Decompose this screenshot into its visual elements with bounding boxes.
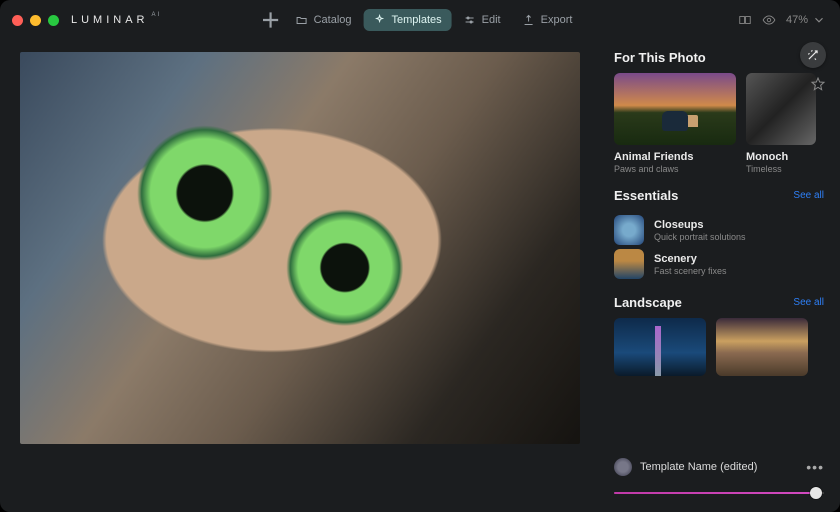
brand-suffix: AI: [152, 12, 162, 18]
template-thumb: [614, 73, 736, 145]
preview-button[interactable]: [762, 13, 776, 27]
sliders-icon: [464, 14, 476, 26]
brand-text: LUMINAR: [71, 14, 149, 26]
template-subtitle: Paws and claws: [614, 164, 736, 174]
essentials-item-scenery[interactable]: Scenery Fast scenery fixes: [614, 249, 824, 279]
template-title: Animal Friends: [614, 151, 736, 163]
essentials-thumb: [614, 249, 644, 279]
section-for-this-photo-title: For This Photo: [614, 50, 706, 65]
app-brand: LUMINAR AI: [71, 14, 161, 26]
folder-icon: [296, 14, 308, 26]
star-icon: [810, 76, 826, 92]
titlebar: LUMINAR AI Catalog Templates Edit Export: [0, 0, 840, 40]
sparkle-icon: [374, 14, 386, 26]
favorite-button[interactable]: [810, 76, 826, 97]
template-footer: Template Name (edited) •••: [614, 450, 824, 500]
compare-button[interactable]: [738, 13, 752, 27]
zoom-dropdown[interactable]: 47%: [786, 13, 826, 27]
nav-templates-label: Templates: [392, 14, 442, 26]
landscape-thumb: [716, 318, 808, 376]
top-right-controls: 47%: [738, 0, 826, 40]
add-button[interactable]: [258, 7, 284, 33]
fullscreen-window-button[interactable]: [48, 15, 59, 26]
canvas-area: [0, 40, 608, 512]
essentials-item-closeups[interactable]: Closeups Quick portrait solutions: [614, 215, 824, 245]
applied-template-name: Template Name (edited): [640, 461, 798, 473]
eye-icon: [762, 13, 776, 27]
nav-edit-label: Edit: [482, 14, 501, 26]
landscape-thumb: [614, 318, 706, 376]
nav-catalog-label: Catalog: [314, 14, 352, 26]
template-subtitle: Timeless: [746, 164, 816, 174]
top-nav: Catalog Templates Edit Export: [258, 0, 583, 40]
minimize-window-button[interactable]: [30, 15, 41, 26]
essentials-list: Closeups Quick portrait solutions Scener…: [614, 211, 824, 283]
section-essentials-title: Essentials: [614, 188, 678, 203]
section-for-this-photo-header: For This Photo: [614, 50, 824, 65]
app-window: LUMINAR AI Catalog Templates Edit Export: [0, 0, 840, 512]
landscape-card-city[interactable]: [614, 318, 706, 376]
section-landscape-header: Landscape See all: [614, 295, 824, 310]
plus-icon: [258, 7, 284, 33]
slider-fill: [614, 492, 816, 494]
template-amount-slider[interactable]: [614, 486, 824, 500]
compare-icon: [738, 13, 752, 27]
zoom-value: 47%: [786, 14, 808, 26]
template-card-animal-friends[interactable]: Animal Friends Paws and claws: [614, 73, 736, 174]
export-icon: [523, 14, 535, 26]
magic-button[interactable]: [800, 42, 826, 68]
chevron-down-icon: [812, 13, 826, 27]
essentials-text: Scenery Fast scenery fixes: [654, 253, 727, 276]
section-landscape-title: Landscape: [614, 295, 682, 310]
nav-templates[interactable]: Templates: [364, 9, 452, 31]
template-name-row: Template Name (edited) •••: [614, 458, 824, 476]
templates-sidebar: For This Photo Animal Friends Paws and c…: [608, 40, 840, 512]
slider-knob[interactable]: [810, 487, 822, 499]
essentials-see-all[interactable]: See all: [793, 190, 824, 201]
applied-template-thumb: [614, 458, 632, 476]
essentials-item-subtitle: Fast scenery fixes: [654, 266, 727, 276]
essentials-item-subtitle: Quick portrait solutions: [654, 232, 746, 242]
landscape-list[interactable]: [614, 318, 824, 376]
landscape-card-pier[interactable]: [716, 318, 808, 376]
section-essentials-header: Essentials See all: [614, 188, 824, 203]
nav-export[interactable]: Export: [513, 9, 583, 31]
essentials-text: Closeups Quick portrait solutions: [654, 219, 746, 242]
for-this-photo-list[interactable]: Animal Friends Paws and claws Monoch Tim…: [614, 73, 824, 174]
template-options-button[interactable]: •••: [806, 459, 824, 475]
nav-export-label: Export: [541, 14, 573, 26]
template-thumb: [746, 73, 816, 145]
template-title: Monoch: [746, 151, 816, 163]
main-photo[interactable]: [20, 52, 580, 444]
template-card-monochrome[interactable]: Monoch Timeless: [746, 73, 816, 174]
essentials-item-title: Scenery: [654, 253, 727, 265]
landscape-see-all[interactable]: See all: [793, 297, 824, 308]
nav-catalog[interactable]: Catalog: [286, 9, 362, 31]
wand-icon: [806, 48, 820, 62]
essentials-item-title: Closeups: [654, 219, 746, 231]
window-controls: [12, 15, 59, 26]
essentials-thumb: [614, 215, 644, 245]
close-window-button[interactable]: [12, 15, 23, 26]
content-area: For This Photo Animal Friends Paws and c…: [0, 40, 840, 512]
nav-edit[interactable]: Edit: [454, 9, 511, 31]
